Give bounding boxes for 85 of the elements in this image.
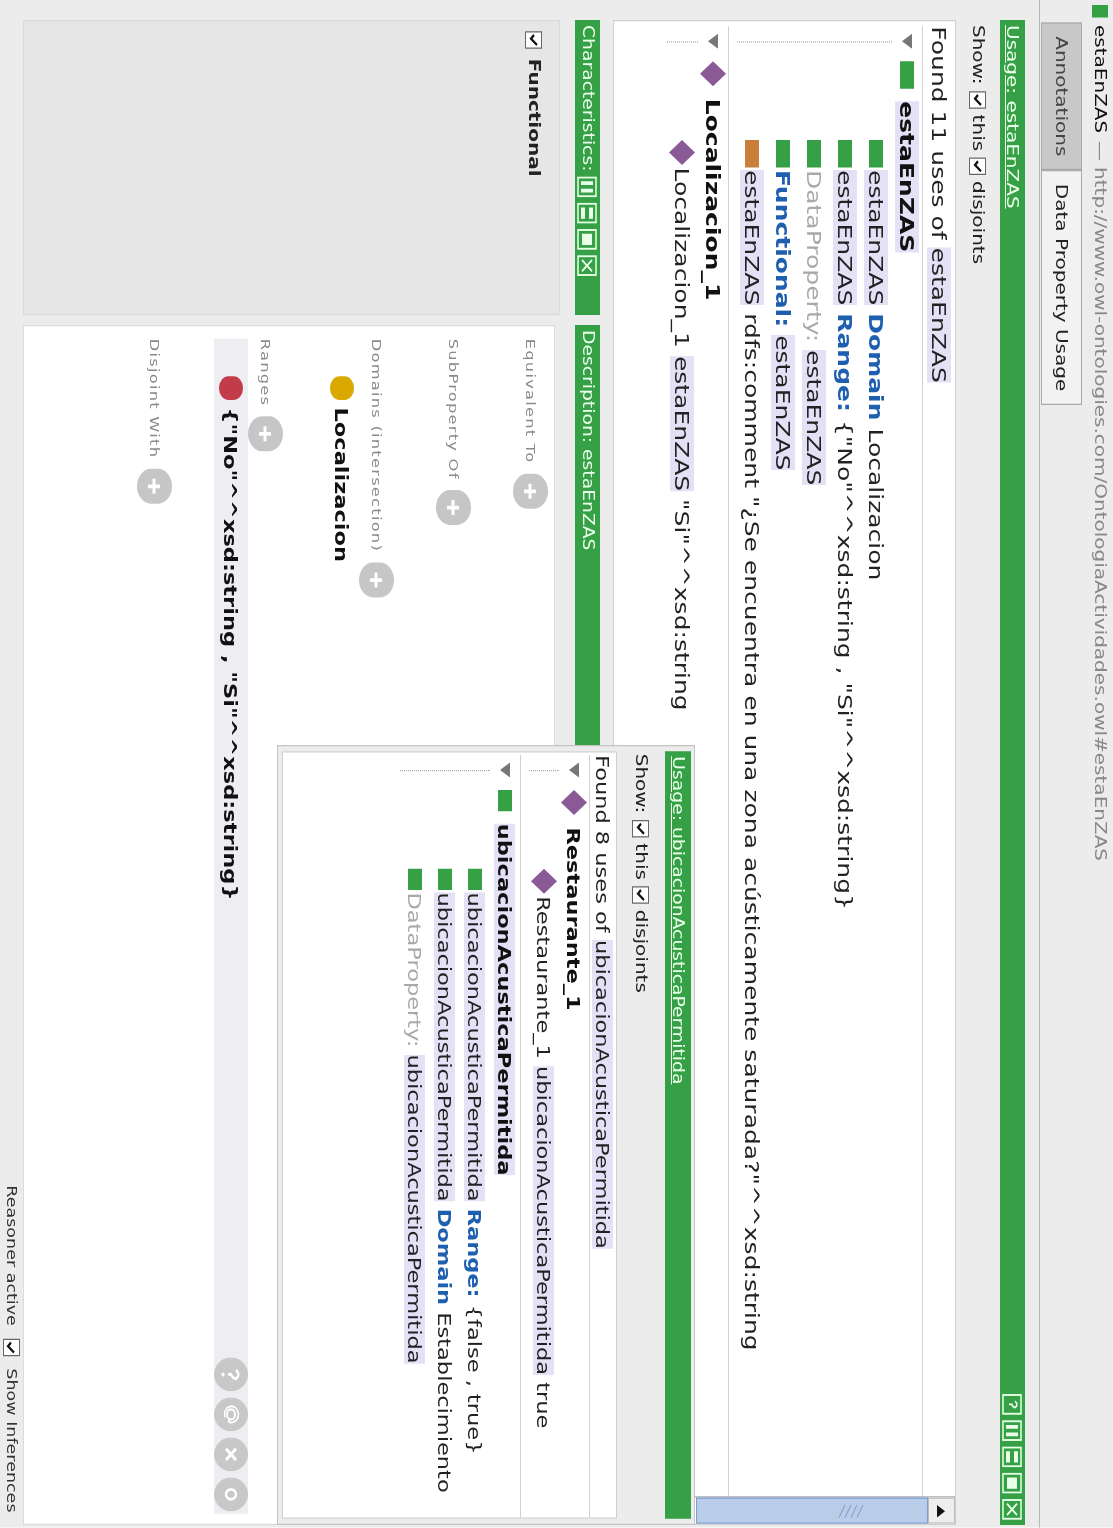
data-property-icon	[498, 790, 512, 812]
usage-axiom[interactable]: Localizacion_1 estaEnZAS "Si"^^xsd:string	[667, 167, 698, 711]
checkbox[interactable]	[632, 819, 650, 838]
entity-iri: — http://www.owl-ontologies.com/OntologiaActividades.owl#estaEnZAS	[1090, 140, 1111, 861]
scroll-up-button[interactable]	[928, 1497, 955, 1521]
reasoner-status: Reasoner active	[3, 1185, 21, 1326]
data-property-icon	[438, 868, 452, 890]
data-property-icon	[776, 140, 791, 168]
filter-label: this	[968, 114, 989, 152]
close-icon[interactable]	[577, 255, 598, 277]
section-label: SubProperty Of	[445, 338, 463, 480]
add-button[interactable]	[513, 473, 548, 509]
annotation-icon	[745, 140, 760, 168]
characteristic-label: Functional	[524, 58, 545, 177]
filter-label: this	[631, 843, 652, 880]
checkbox[interactable]	[3, 1338, 20, 1356]
split-horizontal-icon[interactable]	[1002, 1446, 1023, 1468]
at-sign-icon[interactable]	[214, 1397, 248, 1432]
panel-title: Description: estaEnZAS	[577, 330, 598, 551]
show-label: Show:	[631, 753, 652, 814]
usage-summary: Found 8 uses of ubicacionAcusticaPermitida	[591, 755, 615, 1249]
filter-label: disjoints	[968, 181, 989, 265]
tab[interactable]: Annotations	[1041, 22, 1082, 171]
panel-title: Usage: estaEnZAS	[1002, 25, 1024, 209]
data-property-icon	[468, 868, 482, 890]
caret-up-icon	[937, 1504, 946, 1517]
checkbox[interactable]	[525, 31, 543, 49]
add-button[interactable]	[436, 489, 471, 525]
individual-icon	[531, 868, 557, 894]
checkbox[interactable]	[969, 157, 987, 175]
data-property-icon	[408, 868, 422, 890]
data-property-icon	[838, 140, 853, 168]
panel-title: Characteristics:	[577, 25, 598, 172]
section-label: Ranges	[257, 338, 275, 407]
add-button[interactable]	[248, 416, 283, 452]
property-icon	[1092, 5, 1108, 18]
expand-toggle[interactable]	[707, 33, 719, 49]
split-horizontal-icon[interactable]	[577, 202, 598, 224]
entity-label[interactable]: Localizacion	[328, 407, 356, 563]
show-label: Show:	[968, 25, 989, 85]
circle-icon[interactable]	[214, 1477, 248, 1512]
usage-axiom[interactable]: ubicacionAcusticaPermitida Range: {false , true}	[461, 892, 489, 1455]
expand-toggle[interactable]	[568, 762, 580, 778]
expand-toggle[interactable]	[901, 33, 913, 49]
section-label: Disjoint With	[146, 338, 164, 459]
tree-node-label[interactable]: Localizacion_1	[698, 98, 728, 301]
section-label: Domains (intersection)	[368, 338, 386, 552]
usage-axiom[interactable]: estaEnZAS rdfs:comment "¿Se encuentra en una zona acústicamente saturada?"^^xsd:string	[737, 170, 768, 1351]
data-property-icon	[807, 140, 822, 168]
usage-axiom[interactable]: Restaurante_1 ubicacionAcusticaPermitida true	[530, 896, 558, 1429]
help-icon[interactable]	[214, 1357, 248, 1392]
usage-axiom[interactable]: estaEnZAS Range: {"No"^^xsd:string , "Si"^^xsd:string}	[830, 170, 861, 910]
add-button[interactable]	[359, 562, 394, 597]
plus-icon	[445, 497, 462, 518]
close-icon[interactable]	[1002, 1498, 1023, 1520]
usage-axiom[interactable]: ubicacionAcusticaPermitida Domain Establecimiento	[431, 892, 459, 1493]
data-property-icon	[869, 140, 884, 168]
panel-title: Usage: ubicacionAcusticaPermitida	[668, 756, 689, 1085]
section-label: Equivalent To	[522, 338, 540, 464]
individual-icon	[561, 790, 587, 815]
expand-toggle[interactable]	[499, 762, 511, 778]
scrollbar-thumb[interactable]	[696, 1497, 928, 1521]
tree-node-label[interactable]: estaEnZAS	[892, 101, 922, 253]
filter-label: disjoints	[631, 909, 652, 993]
show-inferences-label: Show Inferences	[3, 1368, 21, 1513]
checkbox[interactable]	[632, 886, 650, 904]
window-title: estaEnZAS	[1090, 25, 1111, 134]
usage-axiom[interactable]: Functional: estaEnZAS	[768, 170, 799, 471]
split-vertical-icon[interactable]	[577, 176, 598, 198]
individual-icon	[669, 140, 696, 165]
individual-icon	[700, 61, 726, 87]
usage-axiom[interactable]: estaEnZAS Domain Localizacion	[861, 170, 892, 581]
data-property-icon	[900, 61, 914, 89]
help-icon[interactable]	[1002, 1393, 1023, 1415]
tab[interactable]: Data Property Usage	[1041, 170, 1082, 405]
plus-icon	[257, 423, 274, 444]
maximize-icon[interactable]	[577, 229, 598, 251]
split-vertical-icon[interactable]	[1002, 1420, 1023, 1442]
usage-axiom[interactable]: DataProperty: estaEnZAS	[799, 170, 830, 486]
maximize-icon[interactable]	[1002, 1472, 1023, 1494]
checkbox[interactable]	[969, 90, 987, 109]
add-button[interactable]	[137, 468, 172, 504]
tree-node-label[interactable]: Restaurante_1	[560, 827, 588, 1011]
usage-summary: Found 11 uses of estaEnZAS	[926, 26, 952, 383]
delete-icon[interactable]	[214, 1437, 248, 1472]
